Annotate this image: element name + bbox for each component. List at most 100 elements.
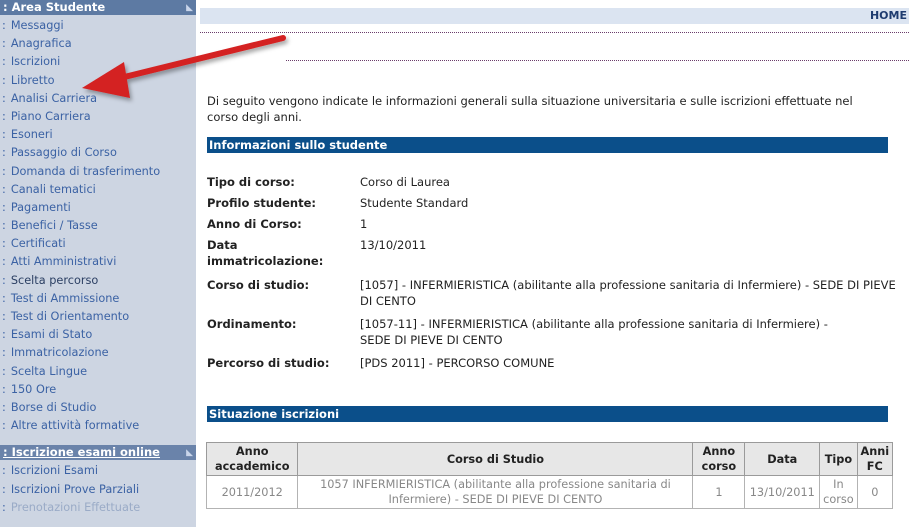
sidebar-item-scelta-percorso[interactable]: : Scelta percorso [0,272,196,290]
sidebar-item-label: 150 Ore [10,382,57,396]
column-header: Anni FC [856,442,894,476]
sidebar-item-label: Piano Carriera [10,109,91,123]
info-value: [1057] - INFERMIERISTICA (abilitante all… [360,278,896,308]
table-header-row: Anno accademico Corso di Studio Anno cor… [205,442,894,476]
sidebar-item-anagrafica[interactable]: : Anagrafica [0,35,196,53]
sidebar-item-label: Analisi Carriera [10,91,98,105]
table-cell: 0 [856,475,894,509]
bullet-icon: : [2,346,6,360]
top-bar: HOME [200,8,909,24]
info-label: Anno di Corso: [207,217,302,231]
info-label: Ordinamento: [207,317,297,331]
sidebar-item-label: Prenotazioni Effettuate [10,500,141,514]
bullet-icon: : [2,128,6,142]
main-content: HOME Di seguito vengono indicate le info… [196,0,909,527]
sidebar-section-area-studente[interactable]: : Area Studente ◣ [0,0,196,15]
bullet-icon: : [2,182,6,196]
info-value: Corso di Laurea [360,175,450,189]
sidebar-item-150-ore[interactable]: :150 Ore [0,381,196,399]
sidebar-item-label: Scelta Lingue [10,364,88,378]
bullet-icon: : [2,273,6,287]
sidebar-item-esoneri[interactable]: : Esoneri [0,126,196,144]
sidebar-item-label: Scelta percorso [10,273,99,287]
info-value: 13/10/2011 [360,238,427,252]
column-header: Anno corso [692,442,746,476]
bullet-icon: : [2,237,6,251]
sidebar-item-label: Canali tematici [10,182,96,196]
divider [286,60,909,61]
sidebar-item-label: Test di Ammissione [10,291,120,305]
sidebar-item-label: Iscrizioni [10,55,61,69]
sidebar-item-label: Iscrizioni Prove Parziali [10,482,140,496]
student-info-header: Informazioni sullo studente [207,137,888,153]
sidebar-item-canali-tematici[interactable]: : Canali tematici [0,181,196,199]
sidebar-item-certificati[interactable]: : Certificati [0,235,196,253]
table-cell: 1 [692,475,746,509]
sidebar-item-label: Anagrafica [10,37,72,51]
table-cell: 1057 INFERMIERISTICA (abilitante alla pr… [297,475,694,509]
info-label: Tipo di corso: [207,175,295,189]
sidebar-item-label: Altre attività formative [10,419,140,433]
info-label: Data immatricolazione: [207,238,324,268]
divider [200,32,909,33]
sidebar-item-borse-di-studio[interactable]: : Borse di Studio [0,399,196,417]
sidebar-item-messaggi[interactable]: : Messaggi [0,17,196,35]
column-header: Corso di Studio [297,442,694,476]
sidebar-section-title: : Area Studente [3,0,106,14]
column-header: Data [744,442,821,476]
sidebar-item-benefici-tasse[interactable]: : Benefici / Tasse [0,217,196,235]
sidebar-item-iscrizioni-esami[interactable]: : Iscrizioni Esami [0,462,196,480]
info-value: Studente Standard [360,196,469,210]
sidebar-item-altre-attivit-formative[interactable]: : Altre attività formative [0,417,196,435]
sidebar-item-analisi-carriera[interactable]: : Analisi Carriera [0,90,196,108]
iscrizioni-header: Situazione iscrizioni [207,406,888,422]
sidebar-item-label: Esami di Stato [10,328,93,342]
sidebar-item-iscrizioni[interactable]: : Iscrizioni [0,53,196,71]
sidebar-item-pagamenti[interactable]: : Pagamenti [0,199,196,217]
table-cell: 13/10/2011 [744,475,821,509]
sidebar-section-iscrizione-esami[interactable]: : Iscrizione esami online ◣ [0,445,196,461]
bullet-icon: : [2,419,6,433]
bullet-icon: : [2,364,6,378]
table-cell: 2011/2012 [205,475,299,509]
info-value: [PDS 2011] - PERCORSO COMUNE [360,356,555,370]
sidebar-item-passaggio-di-corso[interactable]: : Passaggio di Corso [0,144,196,162]
sidebar-item-test-di-ammissione[interactable]: : Test di Ammissione [0,290,196,308]
sidebar-item-label: Esoneri [10,128,53,142]
home-link[interactable]: HOME [870,9,907,22]
sidebar-nav: : Area Studente ◣ : Messaggi: Anagrafica: I… [0,0,196,527]
bullet-icon: : [2,482,6,496]
sidebar-item-iscrizioni-prove-parziali[interactable]: : Iscrizioni Prove Parziali [0,481,196,499]
info-label: Corso di studio: [207,278,310,292]
bullet-icon: : [2,146,6,160]
sidebar-item-label: Benefici / Tasse [10,219,98,233]
bullet-icon: : [2,382,6,396]
sidebar-item-domanda-di-trasferimento[interactable]: : Domanda di trasferimento [0,163,196,181]
sidebar-item-atti-amministrativi[interactable]: : Atti Amministrativi [0,253,196,271]
bullet-icon: : [2,91,6,105]
info-label: Percorso di studio: [207,356,330,370]
sidebar-item-prenotazioni-effettuate[interactable]: : Prenotazioni Effettuate [0,499,196,517]
sidebar-item-piano-carriera[interactable]: : Piano Carriera [0,108,196,126]
bullet-icon: : [2,310,6,323]
sidebar-section-title: : Iscrizione esami online [3,445,160,460]
bullet-icon: : [2,109,6,123]
sidebar-item-label: Libretto [10,73,55,87]
bullet-icon: : [2,200,6,214]
sidebar-item-esami-di-stato[interactable]: : Esami di Stato [0,326,196,344]
bullet-icon: : [2,219,6,233]
sidebar-item-libretto[interactable]: : Libretto [0,72,196,90]
sidebar-item-scelta-lingue[interactable]: : Scelta Lingue [0,363,196,381]
bullet-icon: : [2,328,6,342]
sidebar-item-label: Pagamenti [10,200,71,214]
info-label: Profilo studente: [207,196,317,210]
sidebar-item-label: Certificati [10,237,66,251]
intro-text: Di seguito vengono indicate le informazi… [207,94,853,124]
sidebar-item-test-di-orientamento[interactable]: : Test di Orientamento [0,308,196,326]
collapse-icon[interactable]: ◣ [186,446,193,461]
collapse-icon[interactable]: ◣ [186,1,193,16]
sidebar-item-label: Immatricolazione [10,346,109,360]
sidebar-item-immatricolazione[interactable]: : Immatricolazione [0,344,196,362]
info-value: 1 [360,217,368,231]
column-header: Anno accademico [205,442,299,476]
